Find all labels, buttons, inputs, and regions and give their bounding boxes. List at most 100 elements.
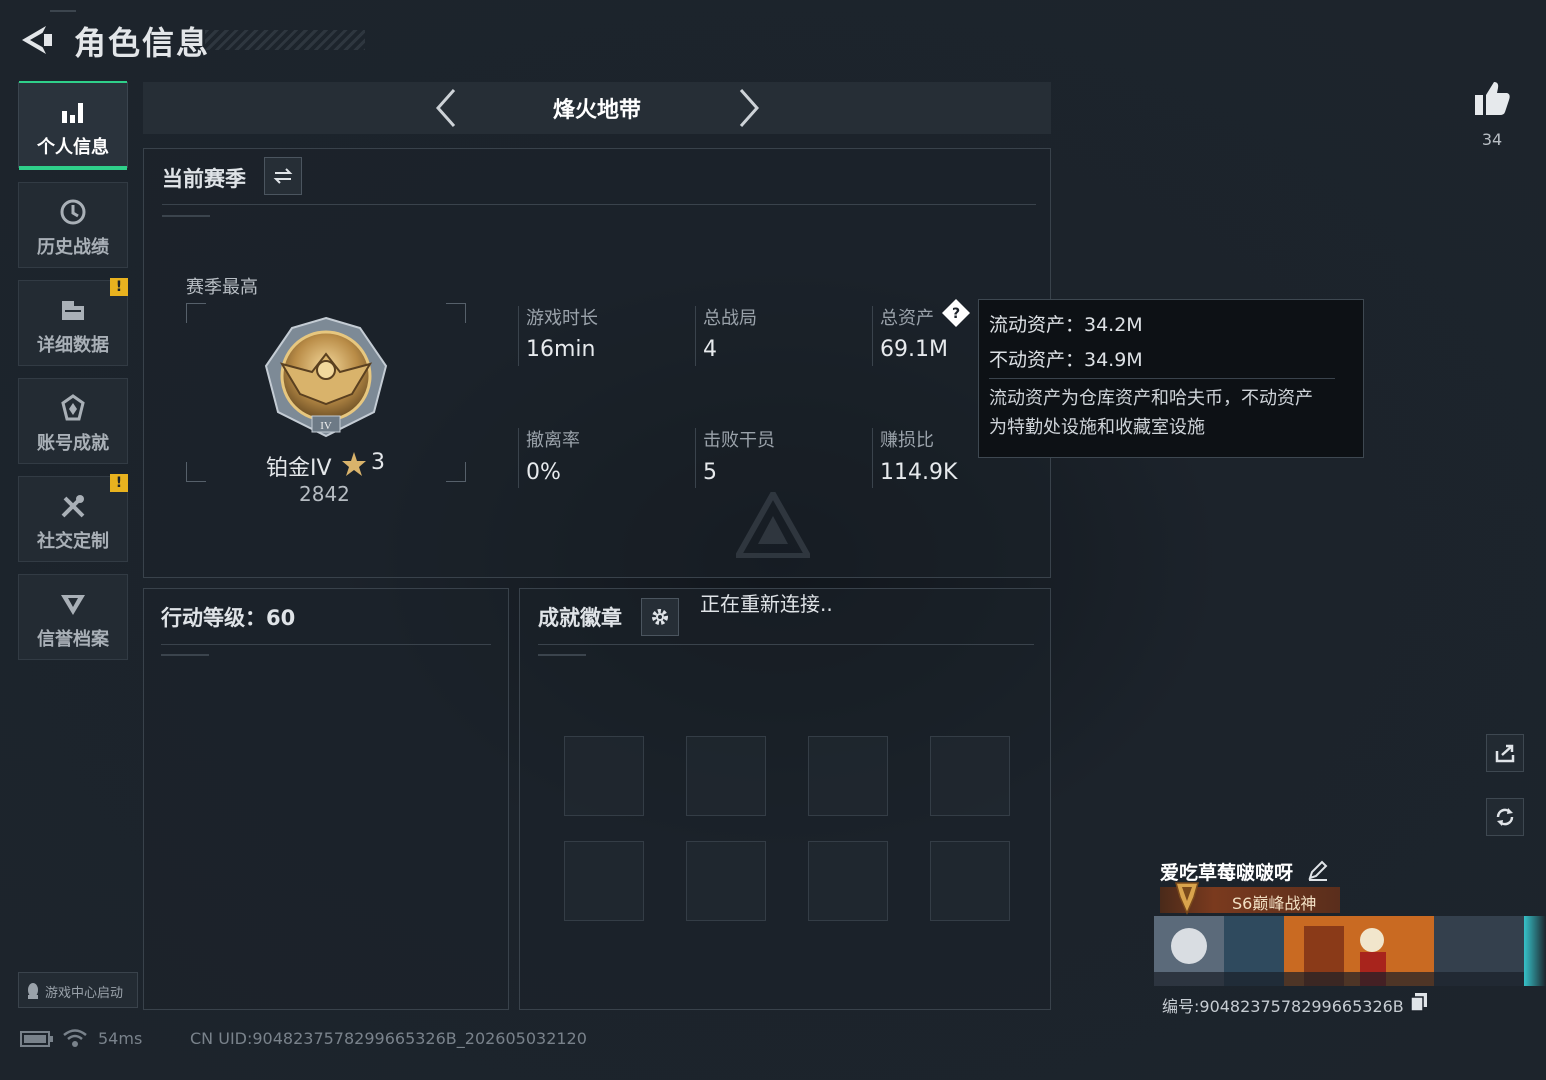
action-level-title: 行动等级：60 <box>161 606 296 630</box>
like-count: 34 <box>1481 130 1503 149</box>
sidebar-item-label: 详细数据 <box>37 335 109 356</box>
tooltip-desc-line-2: 为特勤处设施和收藏室设施 <box>989 417 1205 438</box>
battery-icon <box>20 1031 53 1047</box>
stat-label-extraction-rate: 撤离率 <box>526 430 580 451</box>
stat-value-matches: 4 <box>703 337 717 362</box>
frame-corner <box>446 462 466 482</box>
sidebar-item-label: 历史战绩 <box>37 237 109 258</box>
sidebar-item-label: 账号成就 <box>37 433 109 454</box>
platinum-rank-emblem-icon: IV <box>264 316 388 438</box>
divider <box>538 644 1034 645</box>
badge-slot[interactable] <box>564 841 644 921</box>
decor-line <box>161 654 209 656</box>
badge-slot[interactable] <box>686 736 766 816</box>
badge-slot[interactable] <box>930 841 1010 921</box>
frame-corner <box>186 462 206 482</box>
stat-label-kills: 击败干员 <box>703 430 775 451</box>
folder-icon <box>62 301 84 320</box>
rank-name: 铂金IV <box>266 456 332 481</box>
sidebar-item-reputation[interactable]: 信誉档案 <box>18 574 128 660</box>
uid-text: CN UID:9048237578299665326B_202605032120 <box>190 1029 587 1048</box>
stat-label-matches: 总战局 <box>703 308 757 329</box>
badge-slot[interactable] <box>564 736 644 816</box>
season-switch-button[interactable] <box>264 157 302 195</box>
frame-corner <box>446 303 466 323</box>
divider <box>162 204 1036 205</box>
decor-line <box>162 215 210 217</box>
edit-pencil-icon[interactable] <box>1306 858 1330 882</box>
swap-icon <box>273 168 293 184</box>
wifi-icon <box>63 1029 87 1047</box>
game-center-button[interactable]: 游戏中心启动 <box>18 972 138 1008</box>
mode-title: 烽火地带 <box>552 98 641 123</box>
stat-value-total-assets: 69.1M <box>880 337 948 362</box>
reconnecting-status: 正在重新连接.. <box>700 592 833 616</box>
divider <box>518 306 519 366</box>
badges-panel-title: 成就徽章 <box>538 606 622 630</box>
page-title: 角色信息 <box>74 24 211 62</box>
title-decor-stripes <box>205 30 365 50</box>
history-icon <box>60 199 86 225</box>
badge-settings-button[interactable] <box>641 598 679 636</box>
banner-glow <box>1524 916 1546 986</box>
profile-banner-art <box>1154 916 1524 986</box>
tooltip-fixed-assets: 不动资产：34.9M <box>989 349 1143 371</box>
divider <box>872 428 873 488</box>
watermark-logo-icon <box>736 492 810 558</box>
back-arrow-icon[interactable] <box>18 22 54 58</box>
header-decor-line <box>50 10 76 12</box>
star-icon <box>342 452 366 476</box>
alert-badge: ! <box>110 474 128 492</box>
title-badge-text: S6巅峰战神 <box>1232 894 1317 913</box>
rank-score: 2842 <box>299 482 350 506</box>
divider <box>518 428 519 488</box>
share-button[interactable] <box>1486 734 1524 772</box>
penguin-icon <box>28 983 38 999</box>
bar-chart-icon <box>62 103 83 123</box>
achievement-icon <box>61 394 85 421</box>
mode-next-arrow-icon[interactable] <box>733 86 763 130</box>
tooltip-desc-line-1: 流动资产为仓库资产和哈夫币，不动资产 <box>989 388 1313 409</box>
sidebar-item-label: 信誉档案 <box>37 629 109 650</box>
alert-badge: ! <box>110 278 128 296</box>
decor-line <box>538 654 586 656</box>
share-icon <box>1495 744 1515 763</box>
trophy-icon <box>1175 882 1199 915</box>
refresh-icon <box>1496 808 1514 826</box>
copy-icon[interactable] <box>1410 992 1428 1012</box>
help-question-icon[interactable]: ? <box>941 298 971 328</box>
badge-slot[interactable] <box>808 736 888 816</box>
title-badge: S6巅峰战神 <box>1160 882 1340 915</box>
thumbs-up-icon[interactable] <box>1472 78 1512 118</box>
refresh-button[interactable] <box>1486 798 1524 836</box>
divider <box>695 428 696 488</box>
rank-stars: 3 <box>371 450 385 475</box>
badge-slot[interactable] <box>930 736 1010 816</box>
stat-label-playtime: 游戏时长 <box>526 308 598 329</box>
stat-value-profit-ratio: 114.9K <box>880 460 958 485</box>
ping-value: 54ms <box>98 1029 143 1048</box>
stat-value-extraction-rate: 0% <box>526 460 561 485</box>
svg-text:?: ? <box>952 306 960 322</box>
frame-corner <box>186 303 206 323</box>
badge-slot[interactable] <box>686 841 766 921</box>
player-id: 编号:9048237578299665326B <box>1162 997 1404 1016</box>
divider <box>161 644 491 645</box>
sidebar-item-label: 个人信息 <box>37 137 109 158</box>
tooltip-liquid-assets: 流动资产：34.2M <box>989 314 1143 336</box>
divider <box>695 306 696 366</box>
stat-value-kills: 5 <box>703 460 717 485</box>
badge-slot[interactable] <box>808 841 888 921</box>
season-best-label: 赛季最高 <box>186 277 258 298</box>
asset-tooltip: 流动资产：34.2M 不动资产：34.9M 流动资产为仓库资产和哈夫币，不动资产… <box>978 299 1364 458</box>
sidebar-item-personal-info[interactable]: 个人信息 <box>18 81 128 170</box>
sidebar-item-history[interactable]: 历史战绩 <box>18 182 128 268</box>
profile-banner-image <box>1154 916 1524 986</box>
stat-value-playtime: 16min <box>526 337 596 362</box>
gear-icon <box>652 609 668 625</box>
game-center-label: 游戏中心启动 <box>45 986 124 1001</box>
reputation-shield-icon <box>61 595 85 615</box>
action-level-panel <box>143 588 509 1010</box>
divider <box>872 306 873 366</box>
sidebar-item-achievements[interactable]: 账号成就 <box>18 378 128 464</box>
